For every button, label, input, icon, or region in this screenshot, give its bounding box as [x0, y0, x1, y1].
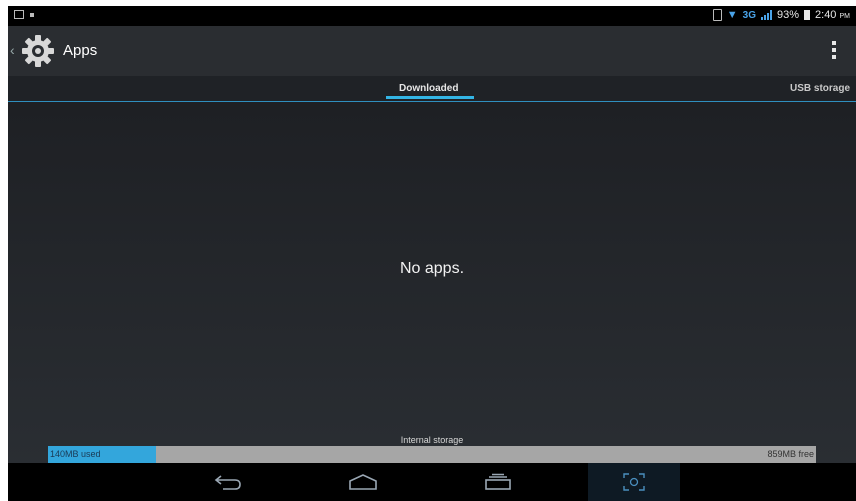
app-list-area: No apps. Internal storage 140MB used 859… — [8, 102, 856, 468]
tab-strip: Downloaded USB storage — [8, 76, 856, 102]
settings-gear-icon[interactable] — [20, 33, 56, 69]
clock-ampm: PM — [839, 13, 851, 20]
wifi-icon: ▼ — [726, 9, 738, 21]
overflow-menu-icon[interactable] — [832, 41, 838, 59]
storage-free-text: 859MB free — [767, 449, 814, 459]
notification-dot-icon — [30, 12, 34, 17]
storage-label: Internal storage — [400, 435, 464, 445]
sim-card-icon — [712, 9, 722, 21]
status-indicators: ▼ 3G 93% 2:40 PM — [712, 9, 850, 21]
notification-icons — [14, 10, 34, 19]
status-bar: ▼ 3G 93% 2:40 PM — [8, 6, 856, 26]
back-arrow-icon — [214, 475, 241, 490]
up-navigation-icon[interactable]: ‹ — [10, 42, 15, 58]
device-screen: ▼ 3G 93% 2:40 PM ‹ Apps Downloaded USB s… — [8, 6, 856, 501]
home-button[interactable] — [333, 463, 393, 501]
tab-downloaded[interactable]: Downloaded — [399, 83, 458, 94]
battery-icon — [804, 10, 811, 20]
clock-time: 2:40 — [815, 9, 837, 21]
storage-bar: 140MB used 859MB free — [48, 446, 816, 463]
home-icon — [349, 474, 377, 490]
tab-usb-storage[interactable]: USB storage — [790, 83, 850, 94]
recent-apps-icon — [485, 473, 511, 490]
recent-apps-button[interactable] — [468, 463, 528, 501]
action-bar: ‹ Apps — [8, 26, 856, 76]
empty-list-message: No apps. — [399, 260, 465, 277]
screenshot-button[interactable] — [588, 463, 680, 501]
selected-tab-indicator — [386, 96, 474, 99]
battery-percentage: 93% — [776, 9, 800, 21]
back-button[interactable] — [198, 463, 258, 501]
image-notification-icon — [14, 10, 24, 19]
clock: 2:40 PM — [815, 9, 850, 21]
storage-used-text: 140MB used — [50, 449, 101, 459]
network-type-label: 3G — [742, 9, 756, 21]
signal-strength-icon — [760, 10, 772, 20]
screenshot-icon — [623, 473, 645, 491]
navigation-bar — [8, 463, 856, 501]
page-title: Apps — [63, 42, 98, 59]
